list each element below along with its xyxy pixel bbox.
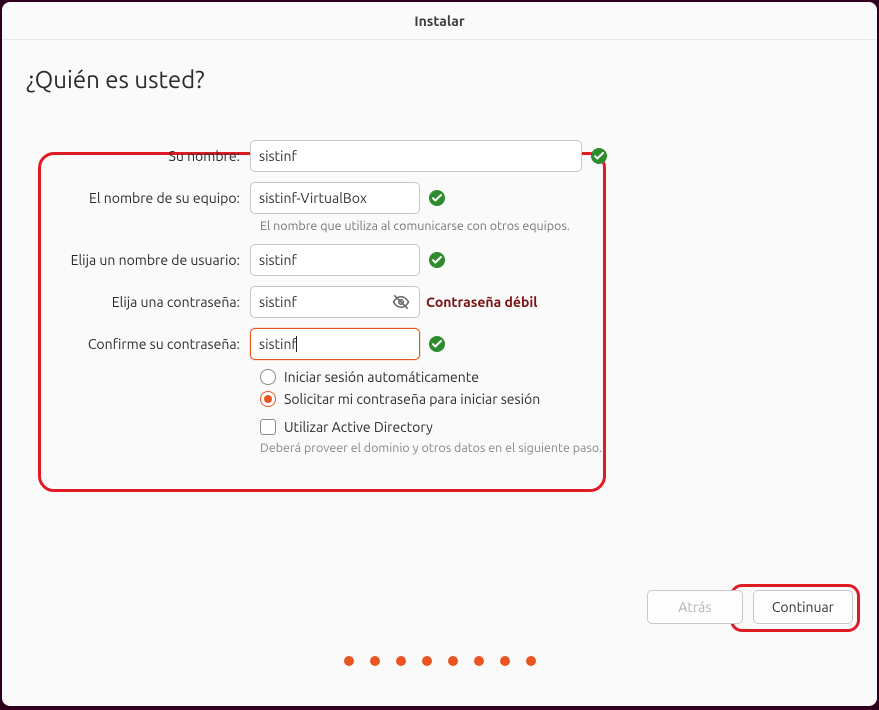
confirm-password-input[interactable]: sistinf: [250, 328, 420, 360]
dot: [448, 656, 458, 666]
check-icon: [428, 189, 446, 207]
hostname-label: El nombre de su equipo:: [50, 190, 250, 206]
eye-off-icon[interactable]: [392, 293, 410, 311]
password-strength: Contraseña débil: [426, 294, 537, 310]
username-input[interactable]: [250, 244, 420, 276]
radio-require-password-label: Solicitar mi contraseña para iniciar ses…: [284, 391, 540, 407]
continue-button[interactable]: Continuar: [753, 590, 853, 624]
checkbox-icon: [260, 419, 276, 435]
check-icon: [428, 251, 446, 269]
dot: [370, 656, 380, 666]
radio-auto-login-label: Iniciar sesión automáticamente: [284, 369, 479, 385]
dot: [500, 656, 510, 666]
name-label: Su nombre:: [50, 148, 250, 164]
ad-hint: Deberá proveer el dominio y otros datos …: [260, 441, 610, 455]
username-label: Elija un nombre de usuario:: [50, 252, 250, 268]
installer-window: Instalar ¿Quién es usted? Su nombre: El …: [2, 2, 877, 706]
progress-dots: [2, 656, 877, 666]
checkbox-ad-label: Utilizar Active Directory: [284, 419, 433, 435]
page-heading: ¿Quién es usted?: [26, 66, 853, 93]
check-icon: [590, 147, 608, 165]
confirm-label: Confirme su contraseña:: [50, 336, 250, 352]
dot: [474, 656, 484, 666]
check-icon: [428, 335, 446, 353]
checkbox-active-directory[interactable]: Utilizar Active Directory: [260, 419, 610, 435]
hostname-hint: El nombre que utiliza al comunicarse con…: [260, 219, 610, 233]
titlebar: Instalar: [2, 2, 877, 40]
content-area: ¿Quién es usted? Su nombre: El nombre de…: [2, 40, 877, 706]
window-title: Instalar: [414, 13, 464, 29]
back-button[interactable]: Atrás: [647, 590, 743, 624]
dot: [526, 656, 536, 666]
hostname-input[interactable]: [250, 182, 420, 214]
text-cursor: [296, 336, 297, 352]
dot: [344, 656, 354, 666]
user-form: Su nombre: El nombre de su equipo: El no…: [40, 129, 620, 471]
radio-icon: [260, 369, 276, 385]
dot: [422, 656, 432, 666]
password-label: Elija una contraseña:: [50, 294, 250, 310]
radio-auto-login[interactable]: Iniciar sesión automáticamente: [260, 369, 610, 385]
name-input[interactable]: [250, 140, 582, 172]
dot: [396, 656, 406, 666]
footer-buttons: Atrás Continuar: [647, 590, 853, 624]
radio-require-password[interactable]: Solicitar mi contraseña para iniciar ses…: [260, 391, 610, 407]
radio-icon: [260, 391, 276, 407]
